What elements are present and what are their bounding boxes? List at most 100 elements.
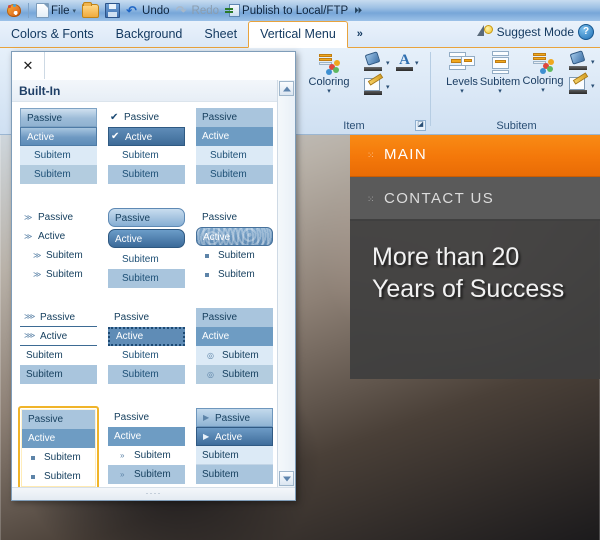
style-item-passive: Passive — [196, 308, 273, 327]
style-item-passive: ≫ Passive — [20, 208, 97, 227]
spiral-icon: ◎ — [207, 369, 214, 379]
style-thumbnail[interactable]: ▶ Passive ▶ Active Subitem Subitem — [194, 406, 275, 487]
style-item-label: Passive — [40, 312, 76, 323]
style-item-subitem: » Subitem — [108, 446, 185, 465]
style-thumbnail[interactable]: ≫ Passive ≫ Active ≫ Subitem ≫ Subitem — [18, 206, 99, 296]
app-menu-button[interactable] — [4, 1, 24, 20]
site-hero-text: More than 20 Years of Success — [372, 243, 565, 303]
redo-button: ↷ Redo — [173, 1, 223, 20]
ribbon-group-item-title: Item — [343, 120, 365, 132]
toolbar-divider — [28, 3, 29, 18]
style-item-label: Subitem — [222, 350, 259, 361]
site-vertical-menu[interactable]: ⁙ MAIN ⁙ CONTACT US — [350, 133, 600, 221]
file-button[interactable]: File ▾ — [33, 1, 79, 20]
gallery-scrollbar[interactable] — [277, 80, 295, 487]
site-nav-item-main[interactable]: ⁙ MAIN — [350, 133, 600, 177]
style-item-label: Subitem — [44, 471, 81, 482]
item-dialog-launcher-icon[interactable]: ◪ — [415, 120, 426, 131]
style-item-subitem: Subitem — [108, 250, 185, 269]
undo-button[interactable]: ↶ Undo — [123, 1, 173, 20]
style-item-passive: Passive — [108, 208, 185, 227]
site-nav-item-contact-us[interactable]: ⁙ CONTACT US — [350, 177, 600, 221]
item-font-color-button[interactable]: A ▾ — [396, 53, 419, 73]
menu-style-gallery-popup[interactable]: ✕ Built-In Passive Active Subitem Subite… — [11, 51, 296, 501]
page-icon — [36, 3, 49, 18]
help-question-icon[interactable]: ? — [578, 24, 594, 40]
style-thumbnail[interactable]: Passive Active » Subitem » Subitem — [106, 406, 187, 487]
style-item-active: Active — [196, 227, 273, 246]
style-thumbnail[interactable]: ⋙ Passive ⋙ Active Subitem Subitem — [18, 306, 99, 396]
style-item-label: Active — [125, 132, 153, 143]
floppy-disk-icon — [105, 3, 121, 18]
style-item-passive: Passive — [196, 208, 273, 227]
ribbon-tab-strip: Colors & Fonts Background Sheet Vertical… — [0, 21, 600, 48]
style-thumbnail[interactable]: Passive Active Subitem Subitem — [194, 106, 275, 196]
subitem-coloring-button[interactable]: Coloring ▾ — [516, 52, 570, 94]
style-item-subitem: Subitem — [108, 365, 185, 384]
gallery-resize-grip[interactable]: ···· — [12, 487, 295, 500]
chevron-down-icon[interactable]: ▾ — [73, 7, 77, 15]
chevron-right-icon: ≫ — [33, 269, 42, 279]
ribbon-group-item: Coloring ▾ ▾ A ▾ ▾ Item ◪ — [278, 47, 430, 134]
subitem-edit-button[interactable]: ▾ — [569, 72, 595, 96]
style-item-subitem: Subitem — [196, 165, 273, 184]
chevron-down-icon[interactable]: ▾ — [591, 82, 595, 90]
chevron-down-icon[interactable]: ▾ — [302, 88, 356, 95]
chevron-down-icon[interactable]: ▾ — [386, 83, 390, 91]
style-item-subitem: ◎ Subitem — [196, 365, 273, 384]
open-button[interactable] — [79, 1, 102, 20]
subitem-coloring-label: Coloring — [522, 75, 564, 87]
style-item-label: Passive — [124, 112, 160, 123]
style-thumbnail[interactable]: Passive Active Subitem Subitem — [106, 206, 187, 296]
style-thumbnail[interactable]: Passive Active ◎ Subitem ◎ Subitem — [194, 306, 275, 396]
chevron-down-icon[interactable]: ▾ — [386, 59, 390, 67]
gallery-thumbnail-area: Passive Active Subitem Subitem ✔ Passive… — [12, 102, 278, 487]
style-thumbnail[interactable]: Passive Active Subitem Subitem — [194, 206, 275, 296]
style-item-subitem: Subitem — [20, 346, 97, 365]
tab-vertical-menu[interactable]: Vertical Menu — [248, 21, 348, 48]
item-fill-button[interactable]: ▾ — [364, 53, 390, 73]
close-icon[interactable]: ✕ — [12, 52, 45, 79]
item-coloring-button[interactable]: Coloring ▾ — [302, 53, 356, 95]
cursor-lightbulb-icon — [476, 25, 493, 39]
style-thumbnail[interactable]: ✔ Passive ✔ Active Subitem Subitem — [106, 106, 187, 196]
publish-button[interactable]: Publish to Local/FTP — [222, 1, 351, 20]
style-item-passive: ✔ Passive — [108, 108, 185, 127]
check-icon: ✔ — [110, 111, 119, 123]
style-item-subitem: Subitem — [108, 269, 185, 288]
style-thumbnail[interactable]: Passive Active Subitem Subitem — [18, 106, 99, 196]
subitem-fill-button[interactable]: ▾ — [569, 52, 595, 72]
toolbar-overflow-button[interactable]: ⏵⏵ — [351, 1, 364, 20]
style-item-active: ⋙ Active — [20, 327, 97, 346]
paint-bucket-icon — [569, 52, 589, 72]
tab-sheet[interactable]: Sheet — [193, 22, 248, 47]
style-item-subitem: Subitem — [20, 165, 97, 184]
tab-background[interactable]: Background — [105, 22, 194, 47]
style-item-active: ≫ Active — [20, 227, 97, 246]
scroll-up-arrow-icon[interactable] — [279, 81, 294, 96]
style-item-active: Active — [22, 429, 95, 448]
style-item-subitem: Subitem — [22, 467, 95, 486]
style-item-passive: Passive — [20, 108, 97, 127]
gallery-top-strip: ✕ — [12, 52, 295, 81]
scroll-down-arrow-icon[interactable] — [279, 471, 294, 486]
chevron-down-icon[interactable]: ▾ — [516, 87, 570, 94]
suggest-mode-area[interactable]: Suggest Mode ? — [476, 24, 594, 40]
style-item-subitem: Subitem — [196, 446, 273, 465]
style-item-passive: ▶ Passive — [196, 408, 273, 427]
chevron-down-icon[interactable]: ▾ — [591, 58, 595, 66]
save-button[interactable] — [102, 1, 123, 20]
style-thumbnail[interactable]: Passive Active Subitem Subitem — [106, 306, 187, 396]
style-item-active: ✔ Active — [108, 127, 185, 146]
undo-arrow-icon: ↶ — [126, 2, 137, 18]
spiral-icon: ◎ — [207, 350, 214, 360]
palette-icon — [7, 4, 21, 17]
style-item-active: ▶ Active — [196, 427, 273, 446]
tab-overflow-button[interactable]: » — [348, 22, 372, 47]
style-thumbnail-selected[interactable]: Passive Active Subitem Subitem — [18, 406, 99, 487]
tab-colors-and-fonts[interactable]: Colors & Fonts — [0, 22, 105, 47]
chevron-down-icon[interactable]: ▾ — [415, 59, 419, 67]
site-hero-panel: More than 20 Years of Success — [350, 219, 600, 379]
ribbon-group-subitem: Levels ▾ Subitem ▾ Coloring ▾ ▾ ▾ Subite… — [433, 47, 600, 134]
item-edit-button[interactable]: ▾ — [364, 73, 390, 97]
